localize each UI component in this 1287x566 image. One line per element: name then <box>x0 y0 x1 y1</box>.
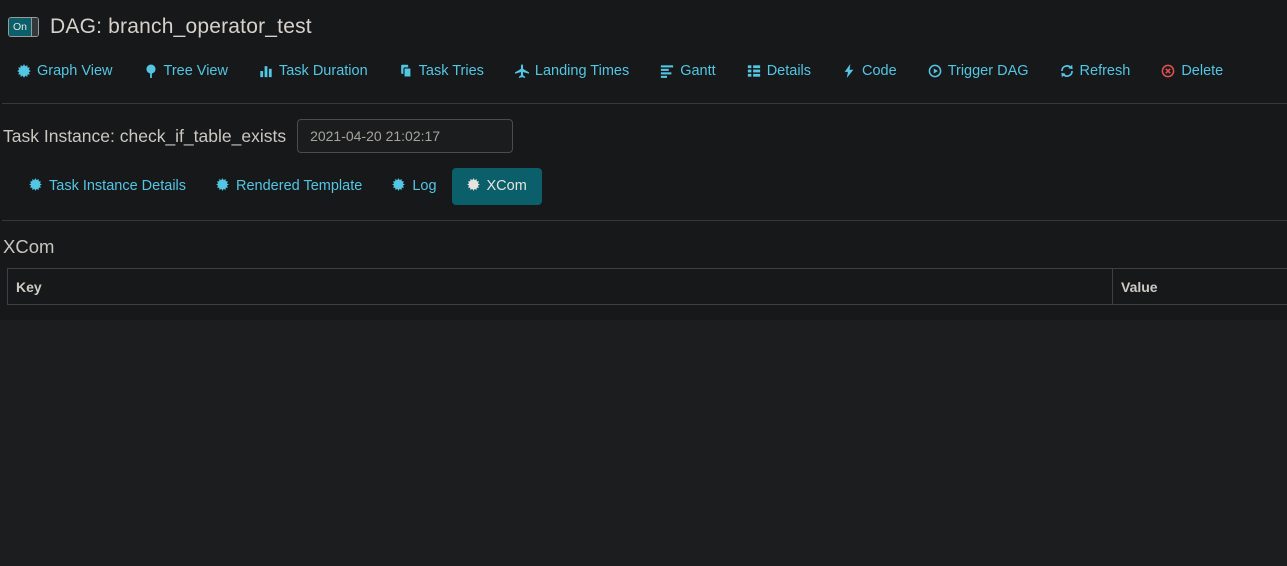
nav-item-label: Gantt <box>680 62 716 79</box>
list-icon <box>747 64 761 78</box>
tab-log[interactable]: Log <box>377 168 451 205</box>
plane-icon <box>514 63 529 78</box>
dag-nav: Graph View Tree View Task Duration Task … <box>0 60 1287 81</box>
bar-chart-icon <box>259 64 273 78</box>
play-circle-icon <box>928 64 942 78</box>
remove-circle-icon <box>1161 64 1175 78</box>
toggle-on-label: On <box>9 18 31 36</box>
nav-item-label: Task Duration <box>278 62 368 79</box>
nav-item-label: Tree View <box>163 62 228 79</box>
align-left-icon <box>660 64 674 78</box>
divider <box>2 220 1287 221</box>
duplicate-icon <box>399 63 413 78</box>
nav-item-label: Task Tries <box>418 62 484 79</box>
tab-label: Log <box>412 178 437 194</box>
footer-area <box>0 320 1287 566</box>
nav-item-gantt[interactable]: Gantt <box>660 62 716 79</box>
column-header-key: Key <box>7 268 1113 305</box>
main-content: On DAG: branch_operator_test Graph View … <box>0 0 1287 320</box>
nav-item-details[interactable]: Details <box>747 63 811 79</box>
bolt-icon <box>842 63 856 78</box>
tab-xcom[interactable]: XCom <box>451 167 542 205</box>
tab-label: XCom <box>486 178 527 194</box>
nav-item-refresh[interactable]: Refresh <box>1060 62 1131 79</box>
nav-item-landing-times[interactable]: Landing Times <box>514 62 630 79</box>
tab-label: Task Instance Details <box>49 178 187 194</box>
nav-item-code[interactable]: Code <box>842 63 897 79</box>
task-instance-label: Task Instance: check_if_table_exists <box>3 125 287 146</box>
nav-item-tree-view[interactable]: Tree View <box>144 63 228 79</box>
dag-pause-toggle[interactable]: On <box>8 17 39 37</box>
nav-item-label: Code <box>862 62 897 79</box>
dag-header: On DAG: branch_operator_test <box>0 0 1287 41</box>
nav-item-label: Details <box>766 62 812 79</box>
nav-item-label: Delete <box>1181 62 1224 79</box>
nav-item-label: Refresh <box>1079 62 1131 79</box>
nav-item-label: Trigger DAG <box>947 62 1029 79</box>
page-title: DAG: branch_operator_test <box>50 15 312 38</box>
nav-item-trigger-dag[interactable]: Trigger DAG <box>928 63 1029 79</box>
certificate-icon <box>392 177 406 195</box>
nav-item-label: Graph View <box>37 62 113 79</box>
certificate-icon <box>17 63 31 78</box>
task-instance-row: Task Instance: check_if_table_exists <box>0 119 1287 153</box>
nav-item-task-tries[interactable]: Task Tries <box>399 63 484 79</box>
nav-item-graph-view[interactable]: Graph View <box>17 63 113 79</box>
toggle-knob <box>31 18 38 36</box>
certificate-icon <box>216 177 229 195</box>
column-header-value: Value <box>1112 268 1287 305</box>
nav-item-label: Landing Times <box>534 62 630 79</box>
xcom-table: Key Value <box>7 268 1287 305</box>
nav-item-delete[interactable]: Delete <box>1161 63 1223 79</box>
certificate-icon <box>29 177 42 195</box>
tab-label: Rendered Template <box>236 178 363 194</box>
refresh-icon <box>1060 63 1074 78</box>
task-instance-tabs: Task Instance Details Rendered Template … <box>0 166 1287 206</box>
certificate-icon <box>466 177 480 195</box>
airflow-dag-page: On DAG: branch_operator_test Graph View … <box>0 0 1287 566</box>
divider <box>2 103 1287 104</box>
nav-item-task-duration[interactable]: Task Duration <box>259 63 368 79</box>
execution-date-input[interactable] <box>297 119 514 153</box>
tab-task-instance-details[interactable]: Task Instance Details <box>14 168 201 205</box>
tab-rendered-template[interactable]: Rendered Template <box>201 168 377 205</box>
tree-icon <box>144 64 158 78</box>
xcom-table-header-row: Key Value <box>7 268 1287 305</box>
xcom-heading: XCom <box>3 236 55 257</box>
